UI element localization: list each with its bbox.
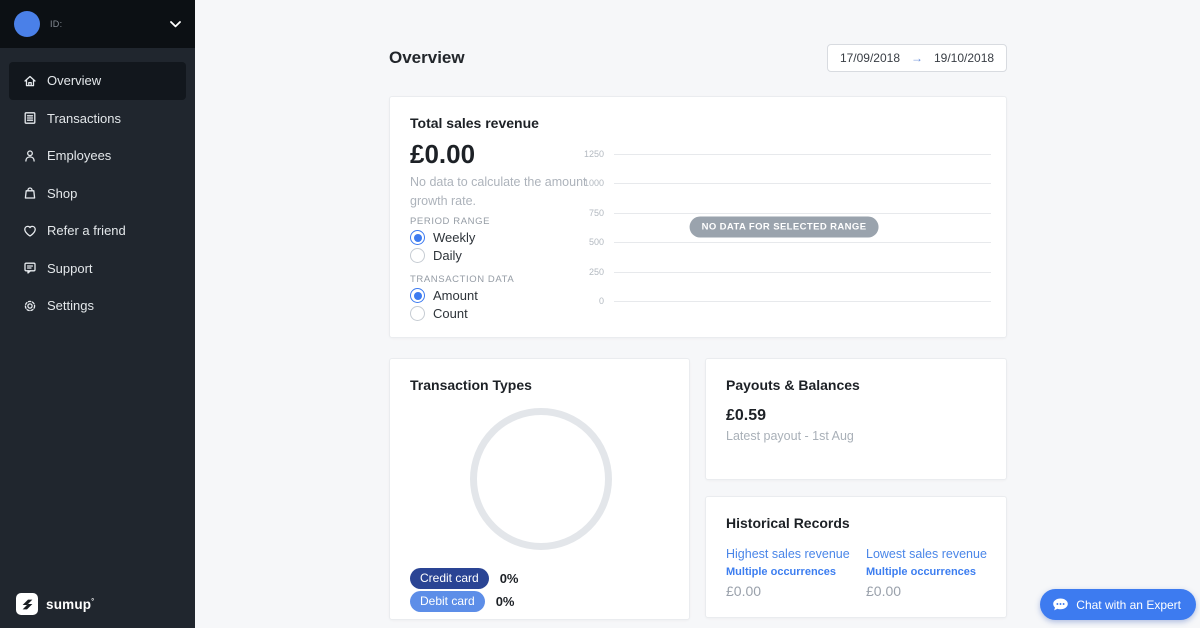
lowest-sales-amount: £0.00: [866, 583, 902, 599]
arrow-right-icon: →: [911, 51, 923, 65]
sidebar-item-overview[interactable]: Overview: [9, 62, 186, 100]
gear-icon: [22, 298, 38, 314]
donut-chart: [470, 408, 612, 550]
no-data-badge: NO DATA FOR SELECTED RANGE: [689, 216, 879, 238]
gridline: 500: [589, 237, 991, 247]
y-tick: 750: [588, 208, 604, 218]
sidebar-item-label: Overview: [47, 73, 102, 89]
page-title: Overview: [389, 48, 465, 67]
y-tick: 1250: [583, 149, 604, 159]
heart-icon: [22, 223, 38, 239]
gridline: 1250: [584, 149, 991, 159]
sidebar-menu: Overview Transactions Employees Shop Ref…: [0, 62, 195, 325]
historical-records-card: Historical Records Highest sales revenue…: [705, 496, 1007, 618]
highest-sales-link[interactable]: Highest sales revenue: [726, 547, 866, 561]
shop-icon: [22, 185, 38, 201]
date-range-picker[interactable]: 17/09/2018 → 19/10/2018: [827, 44, 1007, 72]
employees-icon: [22, 148, 38, 164]
transactions-icon: [22, 110, 38, 126]
gridline: 1000: [584, 178, 991, 188]
sidebar-item-refer-a-friend[interactable]: Refer a friend: [9, 212, 186, 250]
payouts-balances-card: Payouts & Balances £0.59 Latest payout -…: [705, 358, 1007, 480]
highest-sales-column: Highest sales revenue Multiple occurrenc…: [726, 547, 866, 599]
date-start[interactable]: 17/09/2018: [840, 51, 900, 65]
date-end[interactable]: 19/10/2018: [934, 51, 994, 65]
sumup-logo-icon: [16, 593, 38, 615]
gridline: 750: [589, 208, 991, 218]
avatar: [14, 11, 40, 37]
sidebar-item-shop[interactable]: Shop: [9, 175, 186, 213]
sidebar-item-support[interactable]: Support: [9, 250, 186, 288]
sidebar-item-label: Transactions: [47, 110, 121, 126]
sumup-logo: sumup°: [16, 593, 94, 615]
sidebar-item-settings[interactable]: Settings: [9, 287, 186, 325]
sidebar-item-label: Employees: [47, 148, 112, 164]
transaction-types-card: Transaction Types Credit card 0% Debit c…: [389, 358, 690, 620]
home-icon: [22, 73, 38, 89]
gridline: 0: [599, 296, 991, 306]
chevron-down-icon[interactable]: [170, 20, 181, 28]
payout-amount: £0.59: [726, 407, 767, 424]
legend-debit-card: Debit card 0%: [410, 591, 515, 612]
sidebar-item-label: Shop: [47, 185, 78, 201]
lowest-sales-column: Lowest sales revenue Multiple occurrence…: [866, 547, 1006, 599]
chat-with-expert-button[interactable]: Chat with an Expert: [1040, 589, 1196, 620]
sidebar-item-label: Settings: [47, 298, 94, 314]
account-menu[interactable]: ID:: [0, 0, 195, 48]
total-sales-revenue-card: Total sales revenue £0.00 No data to cal…: [389, 96, 1007, 338]
sidebar-item-employees[interactable]: Employees: [9, 137, 186, 175]
card-title: Transaction Types: [410, 377, 532, 393]
y-tick: 1000: [583, 178, 604, 188]
sidebar-item-transactions[interactable]: Transactions: [9, 100, 186, 138]
sidebar-item-label: Support: [47, 260, 93, 276]
y-tick: 0: [598, 296, 604, 306]
y-tick: 500: [588, 237, 604, 247]
occurrences-link[interactable]: Multiple occurrences: [866, 566, 1006, 578]
legend-credit-card: Credit card 0%: [410, 568, 518, 589]
account-id-label: ID:: [50, 19, 63, 29]
legend-chip: Debit card: [410, 591, 485, 612]
legend-chip: Credit card: [410, 568, 489, 589]
chat-button-label: Chat with an Expert: [1076, 597, 1181, 612]
occurrences-link[interactable]: Multiple occurrences: [726, 566, 866, 578]
sidebar: ID: Overview Transactions Employees Shop…: [0, 0, 195, 628]
gridline: 250: [589, 267, 991, 277]
support-icon: [22, 260, 38, 276]
legend-value: 0%: [495, 594, 515, 609]
payout-subtitle: Latest payout - 1st Aug: [726, 429, 854, 443]
card-title: Historical Records: [726, 515, 850, 531]
sales-chart: 1250 1000 750 500 250 0 NO DATA FOR SELE…: [390, 97, 1006, 337]
lowest-sales-link[interactable]: Lowest sales revenue: [866, 547, 1006, 561]
card-title: Payouts & Balances: [726, 377, 860, 393]
y-tick: 250: [588, 267, 604, 277]
sidebar-item-label: Refer a friend: [47, 223, 126, 239]
chat-bubble-icon: [1052, 598, 1069, 612]
highest-sales-amount: £0.00: [726, 583, 762, 599]
legend-value: 0%: [499, 571, 519, 586]
sumup-logo-text: sumup°: [46, 596, 95, 612]
